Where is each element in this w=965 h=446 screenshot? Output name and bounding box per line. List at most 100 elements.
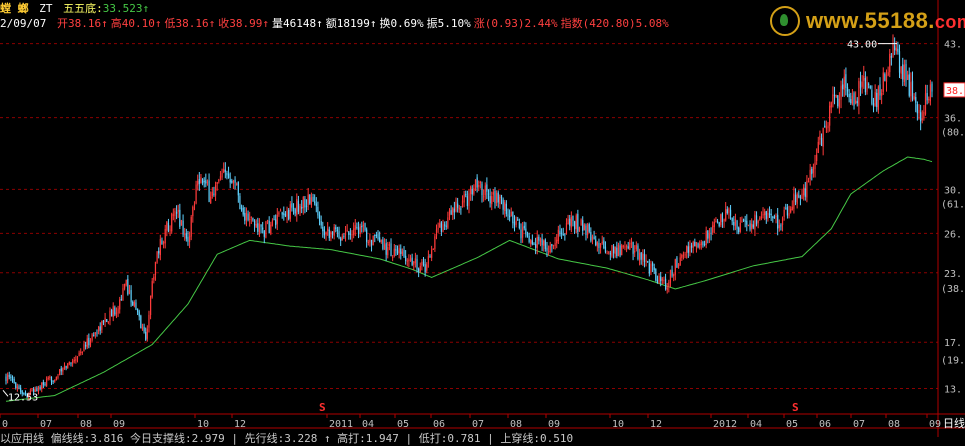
candle-body xyxy=(726,209,728,214)
candle-body xyxy=(643,253,646,262)
candle-body xyxy=(915,97,917,103)
candle-body xyxy=(18,386,20,389)
candle-body xyxy=(760,216,763,219)
candle-body xyxy=(586,224,589,236)
candle-body xyxy=(889,53,891,73)
candle-body xyxy=(455,201,457,212)
candle-body xyxy=(910,82,912,97)
candle-body xyxy=(876,92,878,108)
candle-body xyxy=(83,344,85,352)
candle-body xyxy=(406,260,408,262)
candle-body xyxy=(622,245,624,247)
candle-body xyxy=(232,180,235,183)
candle-body xyxy=(746,220,748,225)
candle-body xyxy=(513,221,516,226)
candle-body xyxy=(777,214,779,229)
candle-body xyxy=(855,100,857,104)
chart-grid xyxy=(0,0,965,437)
candle-body xyxy=(244,213,246,221)
candle-body xyxy=(832,94,834,103)
candle-body xyxy=(387,247,389,256)
candle-body xyxy=(869,86,871,88)
period-label: 日线 xyxy=(943,416,965,430)
quote-item: 指数(420.80)5.08% xyxy=(560,17,669,30)
quote-item: 振5.10% xyxy=(426,17,471,30)
candle-body xyxy=(920,112,922,122)
candle-body xyxy=(663,279,665,281)
candle-body xyxy=(483,196,485,198)
candle-body xyxy=(593,236,595,239)
candle-body xyxy=(583,224,585,231)
candle-body xyxy=(62,368,64,372)
date-tick-label: 06 xyxy=(819,419,831,430)
candle-body xyxy=(195,184,197,204)
candle-body xyxy=(49,376,51,378)
candle-body xyxy=(716,221,719,223)
candle-body xyxy=(320,221,322,226)
candle-body xyxy=(848,94,850,98)
candle-body xyxy=(526,233,529,236)
candle-body xyxy=(60,368,62,372)
candle-body xyxy=(845,74,847,88)
candle-body xyxy=(356,226,358,228)
candle-body xyxy=(305,205,308,207)
candle-body xyxy=(476,177,478,188)
candle-body xyxy=(794,195,797,203)
candle-body xyxy=(234,179,236,183)
candle-body xyxy=(400,248,402,255)
candle-body xyxy=(759,217,761,220)
quote-items: 开38.16↑ 高40.10↑ 低38.16↑ 收38.99↑ 量46148↑ 额1819… xyxy=(57,17,672,30)
candle-body xyxy=(213,193,215,196)
date-tick-label: 2011 xyxy=(329,419,353,430)
candle-body xyxy=(275,219,277,226)
candle-body xyxy=(898,51,901,73)
candle-body xyxy=(437,228,439,230)
candle-body xyxy=(240,208,243,210)
candle-body xyxy=(39,387,41,390)
candle-body xyxy=(439,223,441,228)
candle-body xyxy=(924,93,927,115)
candle-body xyxy=(445,225,447,227)
indicator-name[interactable]: ZT xyxy=(39,2,52,15)
candle-body xyxy=(733,221,735,226)
candle-body xyxy=(840,85,842,100)
stock-kline-chart[interactable]: 43. 36. 30. 26. 23. 17. 13. (80.9 (61.8 (38.2 (19.… xyxy=(0,0,965,437)
candle-body xyxy=(396,250,399,254)
candle-body xyxy=(699,243,701,248)
candle-body xyxy=(819,135,821,140)
candle-body xyxy=(145,331,147,341)
candle-body xyxy=(344,232,347,236)
candle-body xyxy=(502,199,504,210)
candle-body xyxy=(208,180,210,202)
candle-body xyxy=(921,118,923,120)
candle-body xyxy=(302,197,304,209)
candle-body xyxy=(88,337,90,346)
candle-body xyxy=(271,220,274,226)
candle-body xyxy=(260,224,262,227)
candle-body xyxy=(401,251,403,254)
candle-body xyxy=(676,257,678,268)
candle-body xyxy=(591,236,594,242)
candle-body xyxy=(843,76,845,90)
candle-body xyxy=(15,382,17,388)
quote-date: 2/09/07 xyxy=(0,17,47,30)
candle-body xyxy=(851,95,853,104)
candle-body xyxy=(739,222,741,232)
candle-body xyxy=(551,244,553,247)
candle-body xyxy=(829,105,831,126)
candle-body xyxy=(335,227,337,230)
candle-body xyxy=(434,236,436,249)
candle-body xyxy=(827,125,829,129)
price-tick-label: 13. xyxy=(944,385,962,396)
candle-body xyxy=(262,227,264,230)
candle-body xyxy=(357,227,360,235)
candle-body xyxy=(510,211,512,217)
candle-body xyxy=(830,102,832,108)
candle-body xyxy=(486,184,488,192)
quote-header: 2/09/07 开38.16↑ 高40.10↑ 低38.16↑ 收38.99↑ 量461… xyxy=(0,17,676,30)
date-tick-label: 05 xyxy=(786,419,798,430)
candle-body xyxy=(900,66,902,74)
candle-body xyxy=(929,84,931,102)
candle-body xyxy=(101,320,103,330)
date-tick-label: 04 xyxy=(362,419,374,430)
